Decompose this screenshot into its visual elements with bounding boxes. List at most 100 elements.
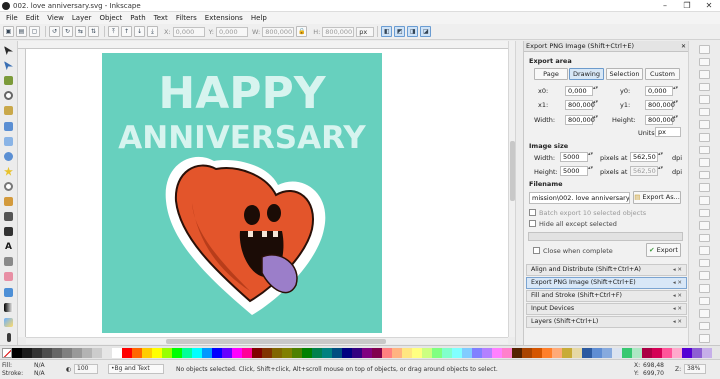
color-swatch[interactable] — [552, 347, 562, 358]
color-swatch[interactable] — [102, 347, 112, 358]
menu-object[interactable]: Object — [95, 14, 126, 22]
menu-layer[interactable]: Layer — [68, 14, 96, 22]
height-spinner[interactable]: ▴▾ — [673, 115, 678, 125]
dpi-spinner[interactable]: ▴▾ — [658, 152, 663, 162]
color-swatch[interactable] — [422, 347, 432, 358]
y0-spinner[interactable]: ▴▾ — [673, 86, 678, 96]
menu-help[interactable]: Help — [247, 14, 271, 22]
color-swatch[interactable] — [602, 347, 612, 358]
width-spinner[interactable]: ▴▾ — [593, 115, 598, 125]
dpi-field[interactable]: 562,50 — [630, 152, 658, 162]
rotate-cw-icon[interactable]: ↻ — [62, 26, 73, 37]
ungroup-icon[interactable] — [699, 271, 710, 280]
measure-tool-icon[interactable] — [2, 105, 15, 117]
rotate-ccw-icon[interactable]: ↺ — [49, 26, 60, 37]
transform-patterns-icon[interactable]: ◪ — [420, 26, 432, 37]
color-swatch[interactable] — [672, 347, 682, 358]
color-swatch[interactable] — [322, 347, 332, 358]
color-swatch[interactable] — [12, 347, 22, 358]
zoom-field[interactable]: 38% — [684, 364, 706, 374]
dialog-tab-fill-stroke[interactable]: Fill and Stroke (Shift+Ctrl+F) ◂ ✕ — [526, 290, 687, 302]
flip-horizontal-icon[interactable]: ⇆ — [75, 26, 86, 37]
img-width-field[interactable]: 5000 — [560, 152, 588, 162]
color-swatch[interactable] — [72, 347, 82, 358]
x1-field[interactable]: 800,000 — [565, 100, 595, 110]
save-icon[interactable] — [699, 70, 710, 79]
color-swatch[interactable] — [342, 347, 352, 358]
color-swatch[interactable] — [662, 347, 672, 358]
dialog-tab-layers[interactable]: Layers (Shift+Ctrl+L) ◂ ✕ — [526, 316, 687, 328]
paint-bucket-tool-icon[interactable] — [2, 286, 15, 298]
w-field[interactable]: 800,000 — [262, 26, 295, 37]
dialog-tab-export-png[interactable]: Export PNG Image (Shift+Ctrl+E) ◂ ✕ — [526, 277, 687, 289]
width-field[interactable]: 800,000 — [565, 115, 595, 125]
undo-icon[interactable] — [699, 120, 710, 130]
raise-to-top-icon[interactable]: ⤒ — [108, 26, 119, 37]
color-swatch[interactable] — [692, 347, 702, 358]
drawing-button[interactable]: Drawing — [569, 68, 604, 80]
color-swatch[interactable] — [682, 347, 692, 358]
select-all-layers-icon[interactable]: ▤ — [16, 26, 27, 37]
horizontal-ruler[interactable] — [18, 41, 508, 49]
dialog-tab-controls-icon[interactable]: ◂ ✕ — [673, 304, 682, 314]
lower-icon[interactable]: ↓ — [134, 26, 145, 37]
zoom-selection-icon[interactable] — [699, 183, 710, 192]
color-swatch[interactable] — [82, 347, 92, 358]
star-tool-icon[interactable] — [2, 165, 15, 177]
color-swatch[interactable] — [652, 347, 662, 358]
clone-icon[interactable] — [699, 233, 710, 243]
artboard-page[interactable]: HAPPY ANNIVERSARY — [102, 53, 382, 333]
menu-extensions[interactable]: Extensions — [201, 14, 247, 22]
color-swatch[interactable] — [252, 347, 262, 358]
color-swatch[interactable] — [32, 347, 42, 358]
color-swatch[interactable] — [462, 347, 472, 358]
menu-text[interactable]: Text — [150, 14, 172, 22]
x1-spinner[interactable]: ▴▾ — [593, 100, 598, 110]
vertical-ruler[interactable] — [18, 49, 26, 337]
custom-button[interactable]: Custom — [645, 68, 680, 80]
fill-stroke-icon[interactable] — [699, 283, 710, 293]
dialog-tab-controls-icon[interactable]: ◂ ✕ — [673, 291, 682, 301]
color-swatch[interactable] — [92, 347, 102, 358]
color-swatch[interactable] — [532, 347, 542, 358]
open-file-icon[interactable] — [699, 57, 710, 67]
text-font-icon[interactable] — [699, 296, 710, 306]
color-swatch[interactable] — [632, 347, 642, 358]
y1-spinner[interactable]: ▴▾ — [673, 100, 678, 110]
calligraphy-tool-icon[interactable] — [2, 226, 15, 238]
canvas[interactable]: HAPPY ANNIVERSARY — [26, 49, 508, 337]
selector-tool-icon[interactable] — [2, 45, 15, 57]
color-swatch[interactable] — [232, 347, 242, 358]
horizontal-scroll-thumb[interactable] — [166, 339, 386, 344]
spray-tool-icon[interactable] — [2, 256, 15, 268]
menu-filters[interactable]: Filters — [172, 14, 201, 22]
unlink-clone-icon[interactable] — [699, 246, 710, 255]
dialog-tab-input-devices[interactable]: Input Devices ◂ ✕ — [526, 303, 687, 315]
redo-icon[interactable] — [699, 133, 710, 142]
color-swatch[interactable] — [512, 347, 522, 358]
paste-icon[interactable] — [699, 170, 710, 180]
color-swatch[interactable] — [182, 347, 192, 358]
color-swatch[interactable] — [392, 347, 402, 358]
mesh-tool-icon[interactable] — [2, 316, 15, 328]
color-swatch[interactable] — [562, 347, 572, 358]
color-swatch[interactable] — [272, 347, 282, 358]
horizontal-scrollbar[interactable] — [26, 337, 508, 344]
color-swatch[interactable] — [312, 347, 322, 358]
dialog-tab-controls-icon[interactable]: ◂ ✕ — [673, 317, 682, 327]
color-swatch[interactable] — [572, 347, 582, 358]
deselect-icon[interactable]: ▢ — [29, 26, 40, 37]
ellipse-tool-icon[interactable] — [2, 150, 15, 162]
img-width-spinner[interactable]: ▴▾ — [588, 152, 593, 162]
color-swatch[interactable] — [292, 347, 302, 358]
color-swatch[interactable] — [152, 347, 162, 358]
raise-icon[interactable]: ↑ — [121, 26, 132, 37]
select-all-icon[interactable]: ▣ — [3, 26, 14, 37]
color-swatch[interactable] — [22, 347, 32, 358]
color-swatch[interactable] — [352, 347, 362, 358]
color-swatch[interactable] — [282, 347, 292, 358]
color-swatch[interactable] — [202, 347, 212, 358]
rectangle-tool-icon[interactable] — [2, 120, 15, 132]
hide-all-checkbox[interactable] — [529, 220, 536, 227]
group-icon[interactable] — [699, 258, 710, 268]
